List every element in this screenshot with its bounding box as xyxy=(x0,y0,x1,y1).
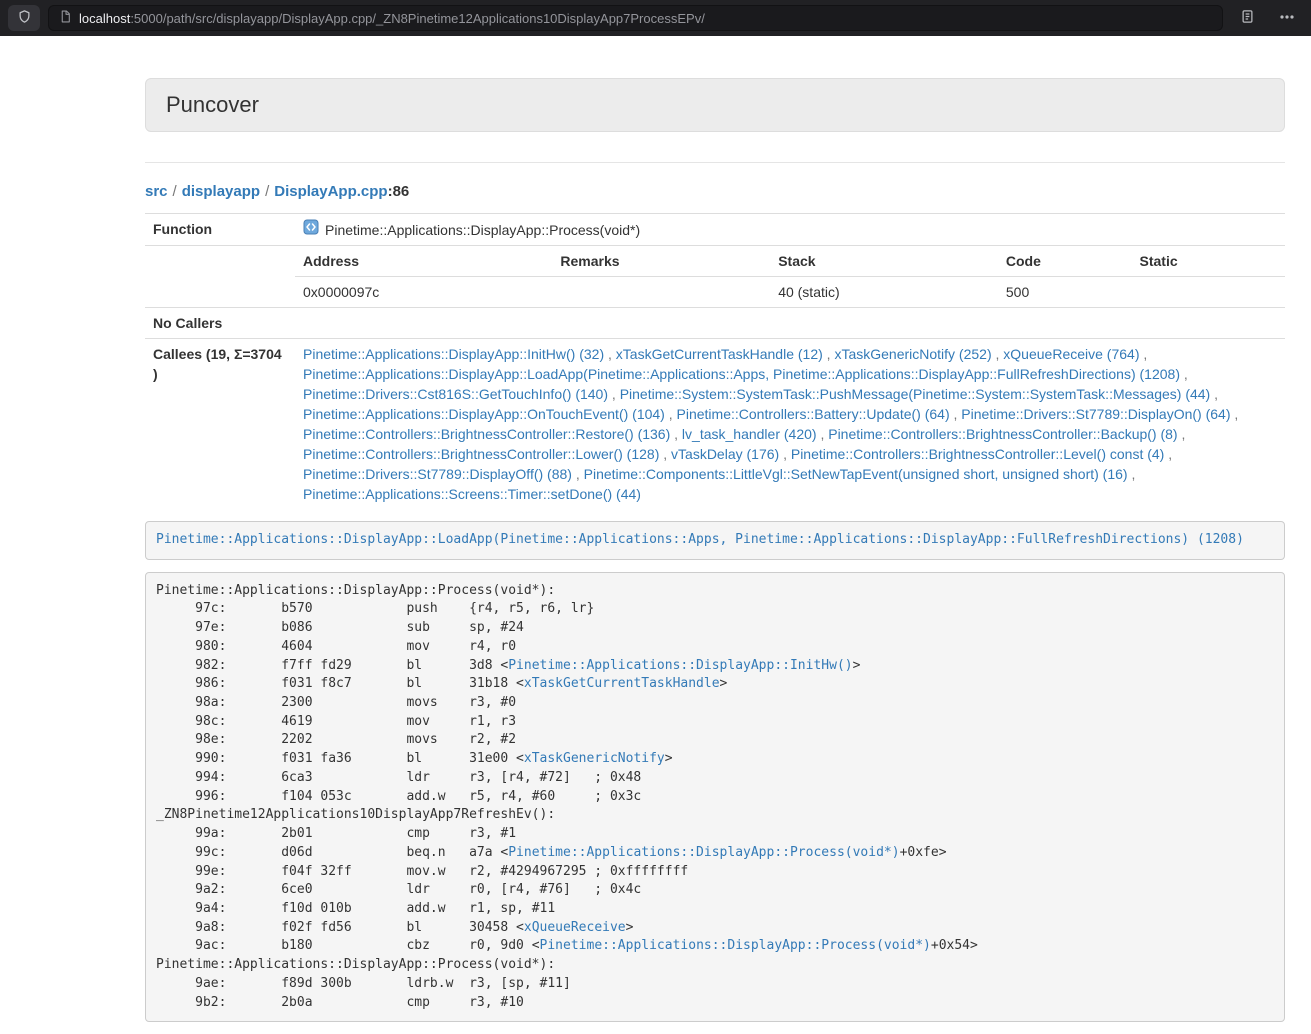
code-value: 500 xyxy=(998,277,1132,308)
jumbotron: Puncover xyxy=(145,78,1285,132)
callee-separator: , xyxy=(1164,446,1172,462)
callee-link[interactable]: Pinetime::Controllers::BrightnessControl… xyxy=(303,426,670,442)
remarks-value xyxy=(552,277,770,308)
callee-separator: , xyxy=(665,406,677,422)
callee-link[interactable]: Pinetime::Components::LittleVgl::SetNewT… xyxy=(584,466,1128,482)
column-header-address: Address xyxy=(295,246,552,277)
callee-separator: , xyxy=(950,406,962,422)
callee-link[interactable]: Pinetime::System::SystemTask::PushMessag… xyxy=(620,386,1211,402)
callee-link[interactable]: Pinetime::Drivers::St7789::DisplayOff() … xyxy=(303,466,572,482)
main-content: Puncover src / displayapp / DisplayApp.cpp:8… xyxy=(145,78,1285,1022)
code-symbol-link[interactable]: Pinetime::Applications::DisplayApp::Init… xyxy=(508,658,852,673)
callee-link[interactable]: lv_task_handler (420) xyxy=(682,426,817,442)
callee-separator: , xyxy=(659,446,671,462)
callee-separator: , xyxy=(1231,406,1239,422)
stats-row-label xyxy=(145,246,295,308)
function-name: Pinetime::Applications::DisplayApp::Proc… xyxy=(325,220,640,240)
callee-link[interactable]: xTaskGetCurrentTaskHandle (12) xyxy=(616,346,823,362)
callee-separator: , xyxy=(608,386,620,402)
function-info-table: Function Pinetime::Applications::Display… xyxy=(145,213,1285,509)
callee-link[interactable]: Pinetime::Applications::Screens::Timer::… xyxy=(303,486,641,502)
static-value xyxy=(1132,277,1285,308)
callee-separator: , xyxy=(572,466,584,482)
disassembly-code: Pinetime::Applications::DisplayApp::Proc… xyxy=(145,572,1285,1023)
shield-icon xyxy=(17,9,32,27)
highlighted-symbol-box: Pinetime::Applications::DisplayApp::Load… xyxy=(145,521,1285,560)
column-header-code: Code xyxy=(998,246,1132,277)
callee-link[interactable]: Pinetime::Controllers::BrightnessControl… xyxy=(828,426,1177,442)
callee-separator: , xyxy=(670,426,682,442)
callee-separator: , xyxy=(1178,426,1186,442)
page-title: Puncover xyxy=(166,92,1264,118)
callee-separator: , xyxy=(1128,466,1136,482)
code-symbol-link[interactable]: Pinetime::Applications::DisplayApp::Proc… xyxy=(508,845,899,860)
address-value: 0x0000097c xyxy=(295,277,552,308)
callee-separator: , xyxy=(779,446,791,462)
function-row: Function Pinetime::Applications::Display… xyxy=(145,214,1285,246)
callee-link[interactable]: xQueueReceive (764) xyxy=(1003,346,1139,362)
callee-separator: , xyxy=(817,426,829,442)
callee-link[interactable]: Pinetime::Controllers::BrightnessControl… xyxy=(303,446,659,462)
stack-value: 40 (static) xyxy=(770,277,998,308)
callee-link[interactable]: Pinetime::Applications::DisplayApp::Load… xyxy=(303,366,1180,382)
code-symbol-link[interactable]: xQueueReceive xyxy=(524,920,626,935)
url-text: localhost:5000/path/src/displayapp/Displ… xyxy=(79,11,705,26)
breadcrumb-link-src[interactable]: src xyxy=(145,183,168,200)
page-icon xyxy=(59,10,72,26)
callee-link[interactable]: vTaskDelay (176) xyxy=(671,446,779,462)
callee-link[interactable]: Pinetime::Applications::DisplayApp::OnTo… xyxy=(303,406,665,422)
url-host: localhost xyxy=(79,11,130,26)
url-path: :5000/path/src/displayapp/DisplayApp.cpp… xyxy=(130,11,705,26)
reader-view-button[interactable] xyxy=(1231,5,1263,31)
column-header-stack: Stack xyxy=(770,246,998,277)
callee-link[interactable]: Pinetime::Drivers::Cst816S::GetTouchInfo… xyxy=(303,386,608,402)
breadcrumb: src / displayapp / DisplayApp.cpp:86 xyxy=(145,183,1285,200)
callee-separator: , xyxy=(1139,346,1147,362)
function-row-label: Function xyxy=(145,214,295,246)
callee-separator: , xyxy=(1210,386,1218,402)
reader-view-icon xyxy=(1240,9,1255,27)
code-symbol-link[interactable]: xTaskGenericNotify xyxy=(524,751,665,766)
breadcrumb-line-number: :86 xyxy=(388,183,410,200)
callee-link[interactable]: Pinetime::Controllers::BrightnessControl… xyxy=(791,446,1164,462)
table-row: 0x0000097c 40 (static) 500 xyxy=(295,277,1285,308)
callee-separator: , xyxy=(992,346,1004,362)
stats-row: Address Remarks Stack Code Static 0x0000… xyxy=(145,246,1285,308)
callee-separator: , xyxy=(604,346,616,362)
breadcrumb-link-displayapp[interactable]: displayapp xyxy=(182,183,260,200)
callees-list: Pinetime::Applications::DisplayApp::Init… xyxy=(295,339,1285,510)
callees-label: Callees (19, Σ=3704 ) xyxy=(145,339,295,510)
callee-link[interactable]: Pinetime::Drivers::St7789::DisplayOn() (… xyxy=(961,406,1230,422)
menu-dots-icon xyxy=(1279,9,1295,28)
callees-row: Callees (19, Σ=3704 ) Pinetime::Applicat… xyxy=(145,339,1285,510)
callee-link[interactable]: xTaskGenericNotify (252) xyxy=(834,346,991,362)
column-header-static: Static xyxy=(1132,246,1285,277)
function-icon xyxy=(303,219,319,240)
callee-link[interactable]: Pinetime::Controllers::Battery::Update()… xyxy=(677,406,950,422)
no-callers-row: No Callers xyxy=(145,308,1285,339)
code-symbol-link[interactable]: xTaskGetCurrentTaskHandle xyxy=(524,676,720,691)
url-bar[interactable]: localhost:5000/path/src/displayapp/Displ… xyxy=(48,5,1223,31)
security-shield-button[interactable] xyxy=(8,5,40,31)
callee-link[interactable]: Pinetime::Applications::DisplayApp::Init… xyxy=(303,346,604,362)
highlighted-symbol-link[interactable]: Pinetime::Applications::DisplayApp::Load… xyxy=(156,532,1244,547)
stats-table: Address Remarks Stack Code Static 0x0000… xyxy=(295,246,1285,307)
menu-button[interactable] xyxy=(1271,5,1303,31)
divider xyxy=(145,162,1285,163)
breadcrumb-separator: / xyxy=(265,183,269,200)
column-header-remarks: Remarks xyxy=(552,246,770,277)
breadcrumb-separator: / xyxy=(173,183,177,200)
callee-separator: , xyxy=(1180,366,1188,382)
breadcrumb-link-file[interactable]: DisplayApp.cpp xyxy=(274,183,387,200)
code-symbol-link[interactable]: Pinetime::Applications::DisplayApp::Proc… xyxy=(540,938,931,953)
no-callers-label: No Callers xyxy=(145,308,295,339)
browser-header: localhost:5000/path/src/displayapp/Displ… xyxy=(0,0,1311,36)
callee-separator: , xyxy=(823,346,835,362)
